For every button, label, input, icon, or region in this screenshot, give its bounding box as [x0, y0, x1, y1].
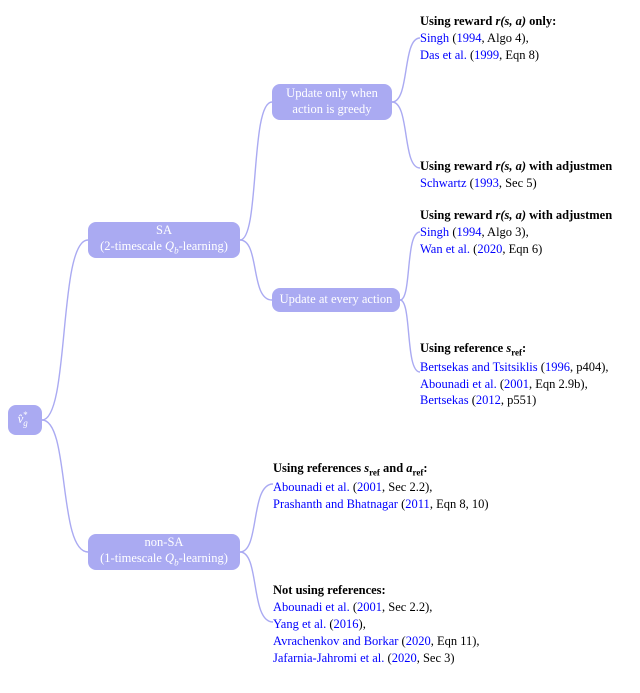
- nonsa-line2: (1-timescale Qb-learning): [100, 551, 228, 569]
- update-greedy-line1: Update only when: [286, 86, 378, 102]
- update-every-line1: Update at every action: [280, 292, 393, 308]
- leaf-reference-sref: Using reference sref: Bertsekas and Tsit…: [420, 340, 608, 409]
- update-greedy-line2: action is greedy: [292, 102, 371, 118]
- sa-line1: SA: [156, 223, 172, 239]
- root-label: v̂g*: [18, 412, 33, 428]
- root-node: v̂g*: [8, 405, 42, 435]
- leaf-reward-adjustment-every: Using reward r(s, a) with adjustmen Sing…: [420, 207, 612, 258]
- leaf-no-references: Not using references: Abounadi et al. (2…: [273, 582, 480, 666]
- update-greedy-node: Update only when action is greedy: [272, 84, 392, 120]
- nonsa-node: non-SA (1-timescale Qb-learning): [88, 534, 240, 570]
- leaf-references-sref-aref: Using references sref and aref: Abounadi…: [273, 460, 489, 512]
- sa-node: SA (2-timescale Qb-learning): [88, 222, 240, 258]
- leaf-reward-adjustment-greedy: Using reward r(s, a) with adjustmen Schw…: [420, 158, 612, 192]
- sa-line2: (2-timescale Qb-learning): [100, 239, 228, 257]
- nonsa-line1: non-SA: [145, 535, 184, 551]
- leaf-reward-only: Using reward r(s, a) only: Singh (1994, …: [420, 13, 556, 64]
- update-every-node: Update at every action: [272, 288, 400, 312]
